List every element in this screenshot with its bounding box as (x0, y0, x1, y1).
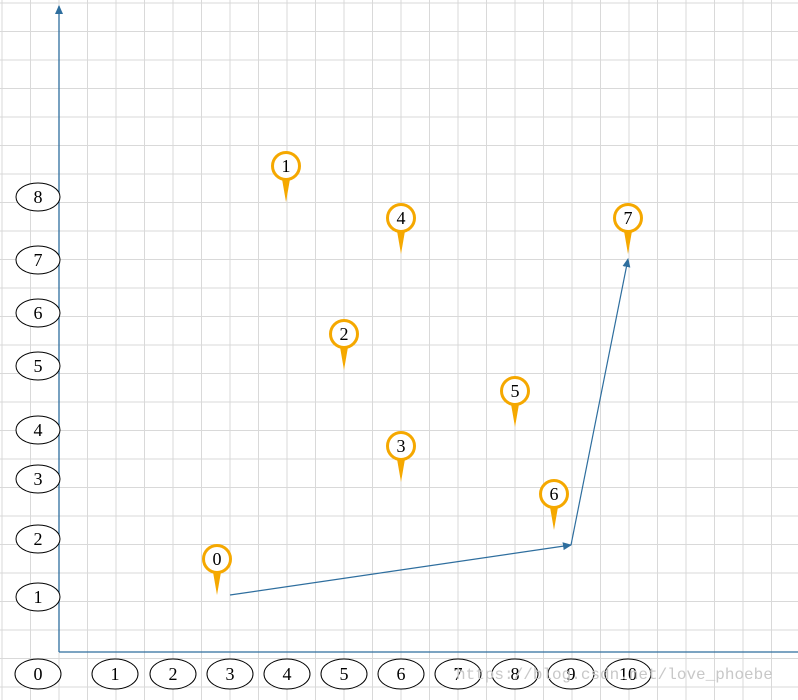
marker-label: 3 (397, 436, 406, 456)
x-axis-label-text: 0 (34, 664, 43, 684)
x-axis-label-text: 2 (169, 664, 178, 684)
marker-pin-tail (511, 404, 519, 427)
x-axis-label-2: 2 (149, 658, 197, 690)
y-axis-label-4: 4 (15, 415, 61, 445)
marker-pin-tail (282, 179, 290, 202)
marker-6-pin: 6 (539, 479, 569, 530)
y-axis-label-7: 7 (15, 245, 61, 275)
y-axis-label-text: 8 (34, 187, 43, 207)
marker-pin-tail (397, 459, 405, 482)
marker-1-pin: 1 (271, 151, 301, 202)
y-axis-label-1: 1 (15, 582, 61, 612)
y-axis-label-6: 6 (15, 298, 61, 328)
y-axis-label-text: 3 (34, 469, 43, 489)
marker-2-pin: 2 (329, 319, 359, 370)
grid-lines (0, 0, 798, 700)
y-axis-label-text: 7 (34, 250, 43, 270)
marker-label: 5 (511, 381, 520, 401)
y-axis-label-text: 1 (34, 587, 43, 607)
watermark-text: https://blog.csdn.net/love_phoebe (456, 666, 773, 684)
marker-3-pin: 3 (386, 431, 416, 482)
y-axis-label-5: 5 (15, 351, 61, 381)
marker-5-pin: 5 (500, 376, 530, 427)
marker-pin-tail (340, 347, 348, 370)
x-axis-label-text: 4 (283, 664, 292, 684)
x-axis-label-4: 4 (263, 658, 311, 690)
axis-labels: 0 1 2 3 4 5 6 7 8 9 1012345678 (14, 182, 652, 690)
x-axis-label-text: 5 (340, 664, 349, 684)
axes (55, 5, 798, 653)
marker-4-pin: 4 (386, 203, 416, 254)
marker-label: 4 (397, 208, 406, 228)
x-axis-label-0: 0 (14, 658, 62, 690)
x-axis-label-3: 3 (206, 658, 254, 690)
marker-label: 6 (550, 484, 559, 504)
marker-0-pin: 0 (202, 544, 232, 595)
marker-label: 1 (282, 156, 291, 176)
x-axis-label-text: 1 (111, 664, 120, 684)
y-axis-label-text: 5 (34, 356, 43, 376)
marker-pin-tail (550, 507, 558, 530)
y-axis-label-8: 8 (15, 182, 61, 212)
marker-label: 2 (340, 324, 349, 344)
coordinate-diagram: 01234567 0 1 2 3 4 5 6 7 8 9 1012345678 (0, 0, 798, 700)
marker-pin-tail (397, 231, 405, 254)
x-axis-label-5: 5 (320, 658, 368, 690)
y-axis-label-3: 3 (15, 464, 61, 494)
y-axis-label-text: 6 (34, 303, 43, 323)
marker-pin-tail (624, 231, 632, 254)
marker-label: 0 (213, 549, 222, 569)
x-axis-label-text: 6 (397, 664, 406, 684)
x-axis-label-1: 1 (91, 658, 139, 690)
y-axis-label-2: 2 (15, 524, 61, 554)
y-axis-label-text: 2 (34, 529, 43, 549)
x-axis-label-text: 3 (226, 664, 235, 684)
marker-pin-tail (213, 572, 221, 595)
marker-7-pin: 7 (613, 203, 643, 254)
y-axis-label-text: 4 (34, 420, 43, 440)
x-axis-label-6: 6 (377, 658, 425, 690)
marker-label: 7 (624, 208, 633, 228)
